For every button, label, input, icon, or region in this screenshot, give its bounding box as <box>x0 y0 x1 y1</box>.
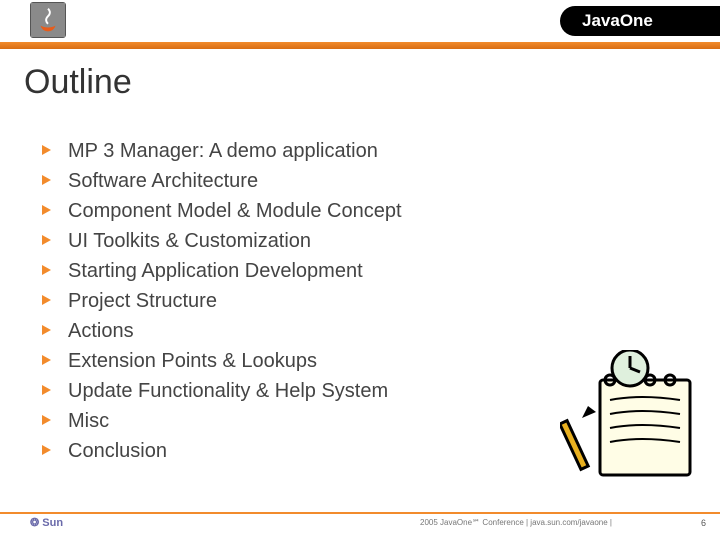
list-item: Component Model & Module Concept <box>42 196 720 226</box>
brand-pill: JavaOne <box>560 6 720 36</box>
page-title: Outline <box>24 63 720 102</box>
brand-text: JavaOne <box>582 11 653 30</box>
footer-divider <box>0 512 720 514</box>
page-number: 6 <box>701 518 706 528</box>
footer: ❂ Sun 2005 JavaOne℠ Conference | java.su… <box>0 512 720 534</box>
list-item: UI Toolkits & Customization <box>42 226 720 256</box>
java-logo-icon <box>30 2 66 38</box>
accent-divider <box>0 42 720 49</box>
list-item: MP 3 Manager: A demo application <box>42 136 720 166</box>
header-bar: JavaOne <box>0 0 720 42</box>
footer-text: 2005 JavaOne℠ Conference | java.sun.com/… <box>420 518 612 527</box>
list-item: Project Structure <box>42 286 720 316</box>
notepad-clock-icon <box>560 350 700 480</box>
sun-logo: ❂ Sun <box>30 516 63 529</box>
list-item: Actions <box>42 316 720 346</box>
list-item: Software Architecture <box>42 166 720 196</box>
list-item: Starting Application Development <box>42 256 720 286</box>
